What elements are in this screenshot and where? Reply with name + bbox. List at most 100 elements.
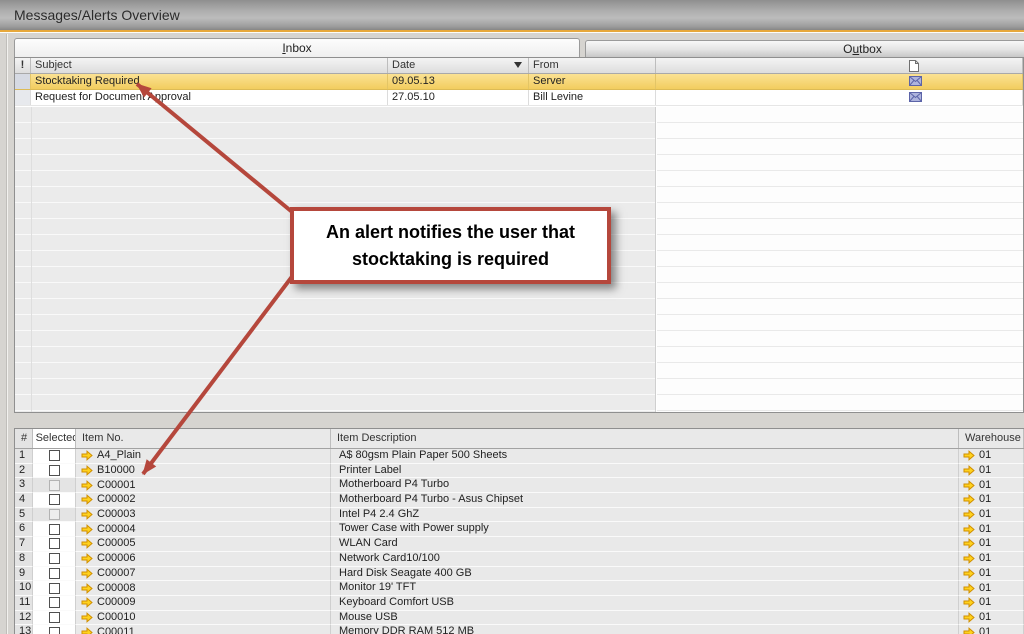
item-description: Network Card10/100 xyxy=(331,552,959,567)
item-no: C00010 xyxy=(97,611,136,624)
link-arrow-icon[interactable] xyxy=(963,597,975,608)
warehouse-cell: 01 xyxy=(959,493,1024,508)
link-arrow-icon[interactable] xyxy=(963,524,975,535)
warehouse-cell: 01 xyxy=(959,581,1024,596)
item-description-column-header[interactable]: Item Description xyxy=(331,429,959,448)
tab-outbox[interactable]: Outbox xyxy=(585,40,1024,57)
row-checkbox[interactable] xyxy=(49,568,60,579)
envelope-icon[interactable] xyxy=(909,92,922,102)
annotation-callout: An alert notifies the user that stocktak… xyxy=(290,207,611,284)
item-no-cell: C00007 xyxy=(76,567,331,582)
warehouse-cell: 01 xyxy=(959,552,1024,567)
selected-cell xyxy=(33,522,76,537)
window-title: Messages/Alerts Overview xyxy=(14,7,180,23)
item-no-cell: C00009 xyxy=(76,596,331,611)
link-arrow-icon[interactable] xyxy=(81,494,93,505)
row-checkbox xyxy=(49,480,60,491)
num-column-header[interactable]: # xyxy=(15,429,33,448)
item-description: Mouse USB xyxy=(331,611,959,626)
message-subject[interactable]: Stocktaking Required xyxy=(31,74,388,89)
row-checkbox[interactable] xyxy=(49,597,60,608)
item-no: C00009 xyxy=(97,596,136,609)
item-description: Intel P4 2.4 GhZ xyxy=(331,508,959,523)
link-arrow-icon[interactable] xyxy=(81,480,93,491)
link-arrow-icon[interactable] xyxy=(963,509,975,520)
row-checkbox[interactable] xyxy=(49,627,60,634)
inbox-row-doc-approval[interactable]: Request for Document Approval 27.05.10 B… xyxy=(15,90,1023,106)
link-arrow-icon[interactable] xyxy=(81,568,93,579)
subject-column-header[interactable]: Subject xyxy=(31,58,388,73)
from-column-header[interactable]: From xyxy=(529,58,656,73)
warehouse-column-header[interactable]: Warehouse Code xyxy=(959,429,1024,448)
link-arrow-icon[interactable] xyxy=(963,612,975,623)
link-arrow-icon[interactable] xyxy=(81,450,93,461)
link-arrow-icon[interactable] xyxy=(963,553,975,564)
link-arrow-icon[interactable] xyxy=(81,553,93,564)
attachment-column-header[interactable] xyxy=(656,58,1023,73)
link-arrow-icon[interactable] xyxy=(81,524,93,535)
selected-cell xyxy=(33,478,76,493)
link-arrow-icon[interactable] xyxy=(963,450,975,461)
link-arrow-icon[interactable] xyxy=(81,509,93,520)
row-number: 3 xyxy=(15,478,33,493)
selected-cell xyxy=(33,537,76,552)
link-arrow-icon[interactable] xyxy=(963,583,975,594)
link-arrow-icon[interactable] xyxy=(963,568,975,579)
link-arrow-icon[interactable] xyxy=(963,627,975,634)
priority-column-header[interactable]: ! xyxy=(15,58,31,73)
warehouse-code: 01 xyxy=(979,508,991,521)
message-subject[interactable]: Request for Document Approval xyxy=(31,90,388,105)
link-arrow-icon[interactable] xyxy=(81,538,93,549)
row-number: 2 xyxy=(15,464,33,479)
envelope-icon[interactable] xyxy=(909,76,922,86)
table-row: 3C00001Motherboard P4 Turbo01 xyxy=(15,478,1024,493)
table-row: 2B10000Printer Label01 xyxy=(15,464,1024,479)
row-number: 4 xyxy=(15,493,33,508)
table-row: 10C00008Monitor 19' TFT01 xyxy=(15,581,1024,596)
warehouse-code: 01 xyxy=(979,479,991,492)
selected-column-header[interactable]: Selected xyxy=(33,429,76,448)
link-arrow-icon[interactable] xyxy=(963,465,975,476)
link-arrow-icon[interactable] xyxy=(81,612,93,623)
link-arrow-icon[interactable] xyxy=(963,480,975,491)
titlebar-accent-line xyxy=(0,30,1024,33)
message-from: Server xyxy=(529,74,656,89)
row-checkbox[interactable] xyxy=(49,494,60,505)
row-checkbox[interactable] xyxy=(49,450,60,461)
row-checkbox[interactable] xyxy=(49,524,60,535)
row-checkbox[interactable] xyxy=(49,465,60,476)
link-arrow-icon[interactable] xyxy=(963,494,975,505)
row-number: 7 xyxy=(15,537,33,552)
table-row: 13C00011Memory DDR RAM 512 MB01 xyxy=(15,625,1024,634)
priority-cell[interactable] xyxy=(15,74,31,89)
link-arrow-icon[interactable] xyxy=(81,465,93,476)
link-arrow-icon[interactable] xyxy=(81,583,93,594)
date-column-header[interactable]: Date xyxy=(388,58,529,73)
row-checkbox[interactable] xyxy=(49,538,60,549)
item-description: Memory DDR RAM 512 MB xyxy=(331,625,959,634)
warehouse-cell: 01 xyxy=(959,449,1024,464)
link-arrow-icon[interactable] xyxy=(81,627,93,634)
row-number: 11 xyxy=(15,596,33,611)
warehouse-code: 01 xyxy=(979,449,991,462)
table-row: 8C00006Network Card10/10001 xyxy=(15,552,1024,567)
row-checkbox[interactable] xyxy=(49,612,60,623)
item-description: Hard Disk Seagate 400 GB xyxy=(331,567,959,582)
window-titlebar[interactable]: Messages/Alerts Overview xyxy=(0,0,1024,30)
item-no-cell: C00010 xyxy=(76,611,331,626)
selected-cell xyxy=(33,625,76,634)
priority-cell[interactable] xyxy=(15,90,31,105)
row-checkbox[interactable] xyxy=(49,583,60,594)
item-no-cell: A4_Plain xyxy=(76,449,331,464)
link-arrow-icon[interactable] xyxy=(963,538,975,549)
warehouse-code: 01 xyxy=(979,611,991,624)
item-no-column-header[interactable]: Item No. xyxy=(76,429,331,448)
window-left-border xyxy=(6,34,8,634)
sort-descending-icon[interactable] xyxy=(514,62,522,68)
tab-inbox[interactable]: Inbox xyxy=(14,38,580,57)
warehouse-cell: 01 xyxy=(959,478,1024,493)
row-checkbox[interactable] xyxy=(49,553,60,564)
inbox-row-stocktaking[interactable]: Stocktaking Required 09.05.13 Server xyxy=(15,74,1023,90)
link-arrow-icon[interactable] xyxy=(81,597,93,608)
warehouse-code: 01 xyxy=(979,582,991,595)
